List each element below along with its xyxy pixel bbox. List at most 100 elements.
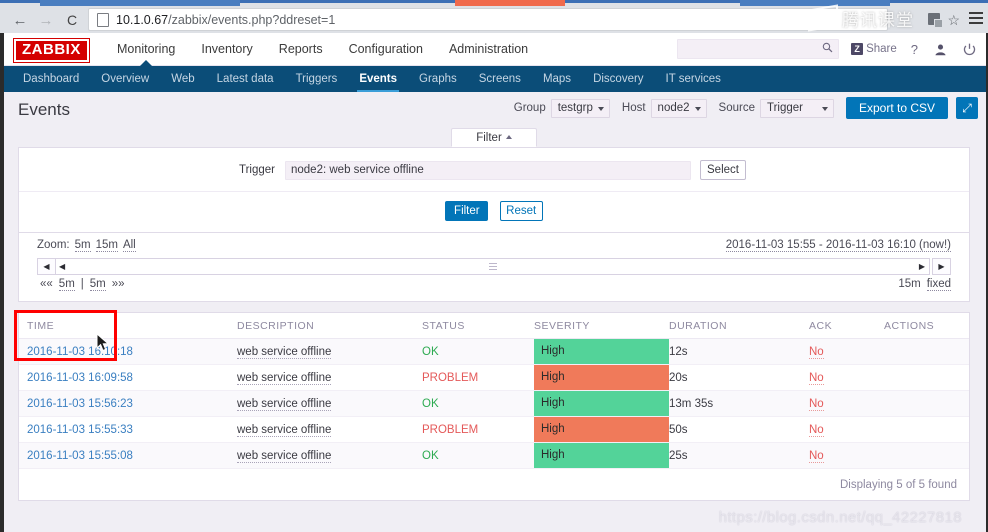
- extension-icon[interactable]: [928, 13, 943, 28]
- timeline-fixed-link[interactable]: fixed: [926, 278, 951, 291]
- timeline-track[interactable]: ◀ ▶: [56, 258, 930, 275]
- sign-out-power-icon[interactable]: [963, 43, 976, 56]
- menu-item-reports[interactable]: Reports: [266, 33, 336, 65]
- column-header-severity[interactable]: SEVERITY: [534, 313, 669, 339]
- timeline-handle-right-arrow[interactable]: ▶: [919, 262, 925, 271]
- event-duration: 50s: [669, 423, 688, 436]
- events-table: TIME DESCRIPTION STATUS SEVERITY DURATIO…: [19, 313, 969, 469]
- event-time-link[interactable]: 2016-11-03 15:56:23: [27, 398, 133, 410]
- event-ack-link[interactable]: No: [809, 345, 824, 359]
- select-trigger-button[interactable]: Select: [700, 160, 746, 180]
- column-header-time[interactable]: TIME: [19, 313, 237, 339]
- filter-apply-button[interactable]: Filter: [445, 201, 489, 221]
- event-ack-link[interactable]: No: [809, 371, 824, 385]
- event-time-link[interactable]: 2016-11-03 15:55:08: [27, 450, 133, 462]
- main-menu: Monitoring Inventory Reports Configurati…: [104, 33, 541, 66]
- browser-menu-icon[interactable]: [969, 12, 983, 24]
- subnav-item-maps[interactable]: Maps: [532, 66, 582, 92]
- column-header-description[interactable]: DESCRIPTION: [237, 313, 422, 339]
- timeline-scroll-left-button[interactable]: ◀: [37, 258, 56, 275]
- event-severity-badge: High: [534, 417, 669, 442]
- subnav-item-dashboard[interactable]: Dashboard: [12, 66, 90, 92]
- group-select-value: testgrp: [557, 102, 593, 114]
- zoom-option-15m[interactable]: 15m: [95, 239, 118, 252]
- zoom-option-5m[interactable]: 5m: [74, 239, 91, 252]
- reload-icon[interactable]: C: [60, 8, 84, 32]
- help-icon[interactable]: ?: [911, 42, 918, 57]
- events-panel: TIME DESCRIPTION STATUS SEVERITY DURATIO…: [18, 312, 970, 501]
- timeline-scroll-right-button[interactable]: ▶: [932, 258, 951, 275]
- subnav-item-graphs[interactable]: Graphs: [408, 66, 468, 92]
- event-severity-badge: High: [534, 443, 669, 468]
- subnav-item-it-services[interactable]: IT services: [655, 66, 732, 92]
- table-row[interactable]: 2016-11-03 15:56:23 web service offline …: [19, 390, 969, 417]
- trigger-filter-row: Trigger Select: [19, 160, 969, 192]
- address-bar[interactable]: 10.1.0.67/zabbix/events.php?ddreset=1: [88, 8, 888, 31]
- export-to-csv-button[interactable]: Export to CSV: [845, 97, 948, 119]
- host-select-value: node2: [657, 102, 690, 114]
- timeline-nav-first[interactable]: ««: [40, 278, 53, 290]
- back-icon[interactable]: ←: [8, 8, 32, 32]
- table-row[interactable]: 2016-11-03 16:09:58 web service offline …: [19, 364, 969, 391]
- filter-tab[interactable]: Filter: [451, 128, 537, 147]
- event-description-link[interactable]: web service offline: [237, 345, 332, 359]
- menu-item-monitoring[interactable]: Monitoring: [104, 33, 188, 66]
- host-select[interactable]: node2: [650, 98, 707, 118]
- event-status: OK: [422, 397, 439, 410]
- timeline-grip-handle[interactable]: [488, 263, 497, 271]
- forward-icon[interactable]: →: [34, 8, 58, 32]
- kiosk-mode-icon[interactable]: ⤢: [956, 97, 978, 119]
- column-header-actions[interactable]: ACTIONS: [884, 313, 969, 339]
- trigger-input[interactable]: [285, 160, 691, 180]
- column-header-status[interactable]: STATUS: [422, 313, 534, 339]
- page-title-controls: Group testgrp Host node2 Source Trigger …: [514, 97, 978, 119]
- timeline-scrollbar[interactable]: ◀ ◀ ▶ ▶: [37, 258, 951, 275]
- timeline-nav-last[interactable]: »»: [112, 278, 125, 290]
- menu-item-administration[interactable]: Administration: [436, 33, 541, 65]
- search-input[interactable]: [678, 40, 819, 56]
- filter-actions: Filter Reset: [19, 192, 969, 232]
- user-profile-icon[interactable]: [934, 43, 947, 56]
- event-ack-link[interactable]: No: [809, 423, 824, 437]
- share-button[interactable]: Z Share: [851, 43, 897, 55]
- table-row[interactable]: 2016-11-03 15:55:33 web service offline …: [19, 416, 969, 443]
- event-time-link[interactable]: 2016-11-03 15:55:33: [27, 424, 133, 436]
- event-severity-badge: High: [534, 391, 669, 416]
- filter-tab-row: Filter: [18, 128, 970, 148]
- timeline-nav-prev[interactable]: 5m: [58, 278, 75, 291]
- subnav-item-triggers[interactable]: Triggers: [285, 66, 349, 92]
- group-select[interactable]: testgrp: [550, 98, 610, 118]
- event-ack-link[interactable]: No: [809, 449, 824, 463]
- menu-item-configuration[interactable]: Configuration: [336, 33, 436, 65]
- global-search[interactable]: [677, 39, 840, 59]
- subnav-item-discovery[interactable]: Discovery: [582, 66, 654, 92]
- timeline-handle-left-arrow[interactable]: ◀: [59, 262, 65, 271]
- subnav-item-latest-data[interactable]: Latest data: [206, 66, 285, 92]
- time-range-value[interactable]: 2016-11-03 15:55 - 2016-11-03 16:10 (now…: [725, 239, 951, 252]
- source-select[interactable]: Trigger: [759, 98, 834, 118]
- event-duration: 13m 35s: [669, 397, 714, 410]
- url-text: 10.1.0.67/zabbix/events.php?ddreset=1: [116, 13, 335, 27]
- timeline-nav-next[interactable]: 5m: [89, 278, 106, 291]
- column-header-ack[interactable]: ACK: [809, 313, 884, 339]
- subnav-item-overview[interactable]: Overview: [90, 66, 160, 92]
- event-time-link[interactable]: 2016-11-03 16:10:18: [27, 346, 133, 358]
- zabbix-logo[interactable]: ZABBIX: [13, 38, 90, 63]
- event-ack-link[interactable]: No: [809, 397, 824, 411]
- event-description-link[interactable]: web service offline: [237, 449, 332, 463]
- filter-reset-button[interactable]: Reset: [499, 201, 543, 221]
- menu-item-inventory[interactable]: Inventory: [188, 33, 265, 65]
- subnav-item-events[interactable]: Events: [348, 66, 408, 92]
- subnav-item-screens[interactable]: Screens: [468, 66, 532, 92]
- event-time-link[interactable]: 2016-11-03 16:09:58: [27, 372, 133, 384]
- subnav-item-web[interactable]: Web: [160, 66, 205, 92]
- event-description-link[interactable]: web service offline: [237, 371, 332, 385]
- column-header-duration[interactable]: DURATION: [669, 313, 809, 339]
- table-row[interactable]: 2016-11-03 15:55:08 web service offline …: [19, 442, 969, 469]
- zoom-option-all[interactable]: All: [122, 239, 136, 252]
- bookmark-star-icon[interactable]: ☆: [947, 12, 960, 29]
- filter-tab-label: Filter: [476, 132, 502, 144]
- table-row[interactable]: 2016-11-03 16:10:18 web service offline …: [19, 338, 969, 365]
- event-description-link[interactable]: web service offline: [237, 423, 332, 437]
- event-description-link[interactable]: web service offline: [237, 397, 332, 411]
